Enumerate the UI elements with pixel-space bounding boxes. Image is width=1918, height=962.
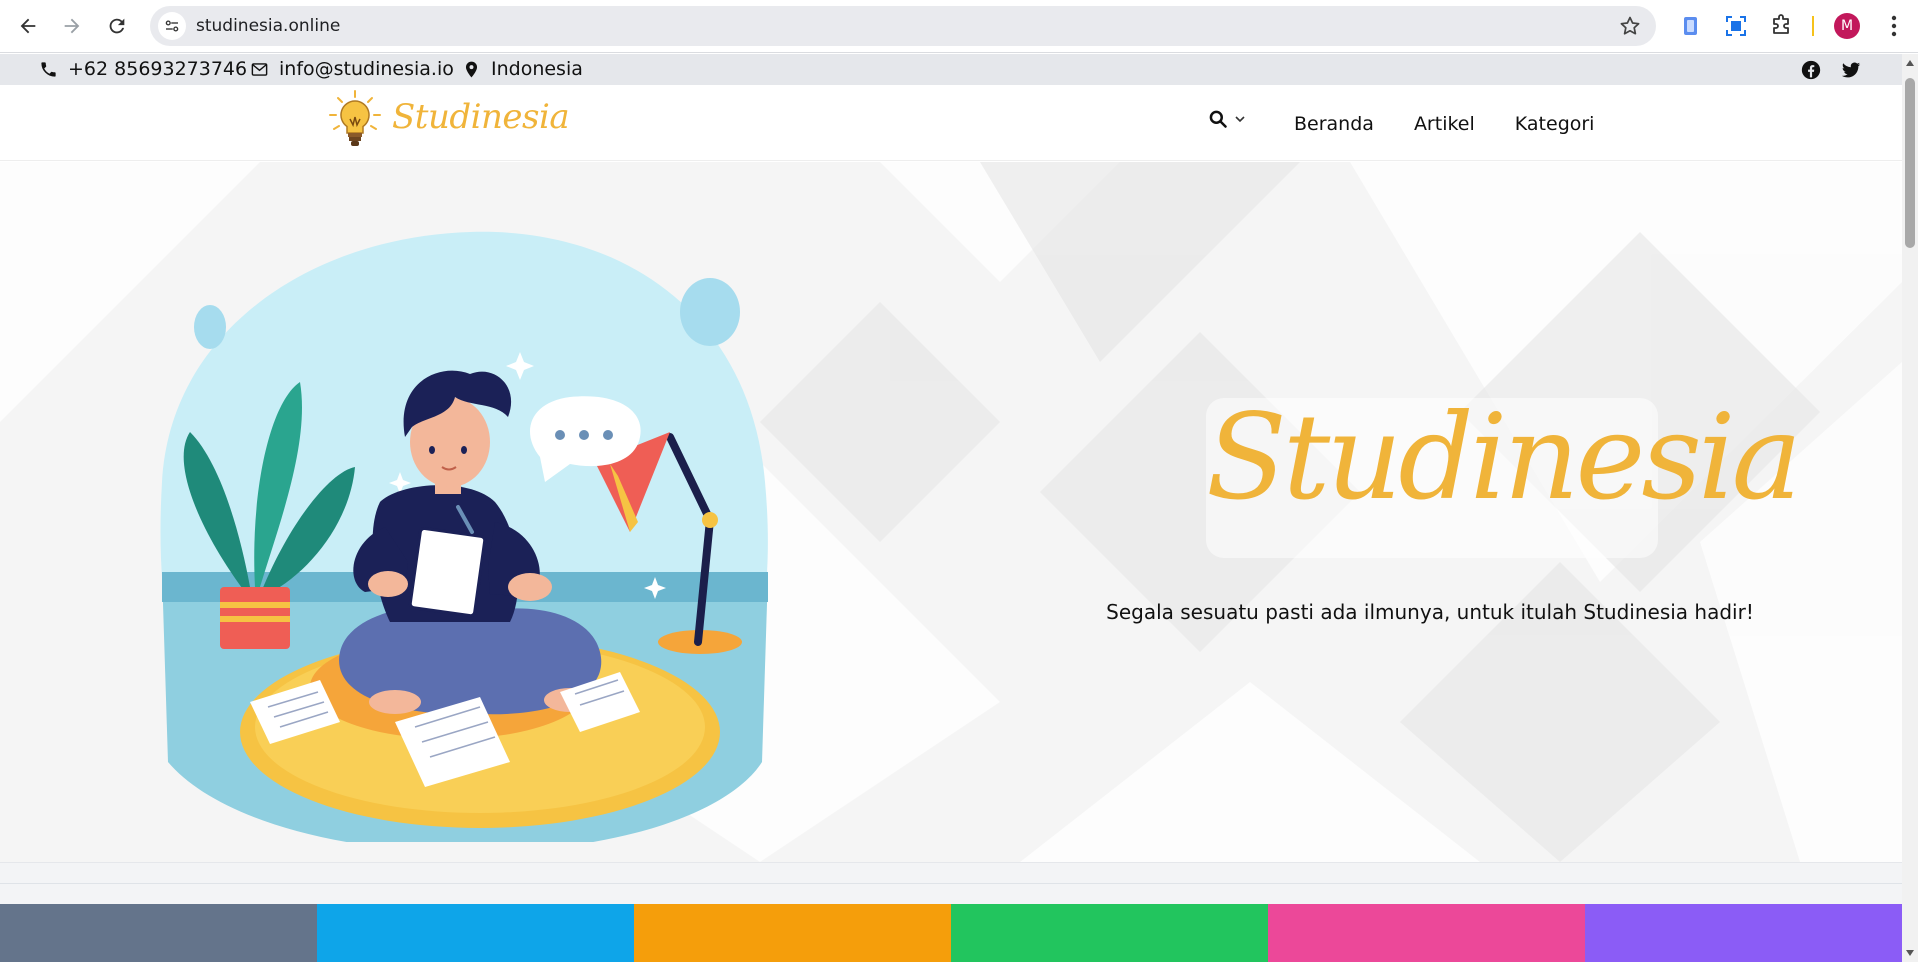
category-block-violet[interactable] — [1585, 904, 1902, 962]
phone-icon — [41, 61, 56, 77]
category-block-slate[interactable] — [0, 904, 317, 962]
hero-tagline: Segala sesuatu pasti ada ilmunya, untuk … — [1106, 600, 1754, 624]
location-contact: Indonesia — [462, 58, 583, 80]
scroll-up-arrow-icon[interactable] — [1906, 60, 1914, 66]
more-vert-icon — [1891, 15, 1897, 37]
phone-contact[interactable]: +62 85693273746 — [39, 58, 247, 80]
search-toggle[interactable] — [1208, 109, 1246, 129]
nav-link-kategori[interactable]: Kategori — [1515, 113, 1595, 135]
email-address: info@studinesia.io — [279, 58, 454, 80]
site-logo-text[interactable]: Studinesia — [392, 97, 570, 137]
screenshot-button[interactable] — [1721, 11, 1751, 41]
extension-button[interactable] — [1676, 11, 1706, 41]
browser-menu-button[interactable] — [1880, 12, 1908, 40]
student-writing-illustration — [160, 231, 768, 842]
bookmark-star-icon[interactable] — [1618, 14, 1642, 38]
page-scrollbar[interactable] — [1902, 54, 1918, 962]
forward-icon — [64, 18, 80, 34]
toolbar-divider — [1812, 16, 1814, 36]
hero-title: Studinesia — [1206, 388, 1802, 526]
search-icon — [1209, 110, 1227, 128]
back-button[interactable] — [12, 10, 44, 42]
phone-number: +62 85693273746 — [68, 58, 248, 80]
site-info-icon — [165, 20, 179, 32]
back-icon — [20, 18, 36, 34]
browser-toolbar: studinesia.online M — [0, 0, 1918, 53]
category-color-strip — [0, 904, 1902, 962]
scroll-down-arrow-icon[interactable] — [1906, 950, 1914, 956]
hero-section: Studinesia Segala sesuatu pasti ada ilmu… — [0, 162, 1902, 862]
category-block-sky[interactable] — [317, 904, 634, 962]
reload-icon — [109, 18, 125, 34]
nav-link-beranda[interactable]: Beranda — [1294, 113, 1374, 135]
nav-link-artikel[interactable]: Artikel — [1414, 113, 1475, 135]
forward-button[interactable] — [56, 10, 88, 42]
mail-icon — [251, 62, 268, 76]
screenshot-icon — [1726, 16, 1746, 36]
site-info-button[interactable] — [158, 12, 186, 40]
map-pin-icon — [465, 61, 478, 77]
twitter-icon[interactable] — [1840, 59, 1862, 81]
category-block-pink[interactable] — [1268, 904, 1585, 962]
category-block-amber[interactable] — [634, 904, 951, 962]
reload-button[interactable] — [101, 10, 133, 42]
site-header: Studinesia Beranda Artikel Kategori — [0, 85, 1902, 161]
chevron-down-icon — [1235, 116, 1245, 123]
facebook-icon[interactable] — [1800, 59, 1822, 81]
address-bar[interactable]: studinesia.online — [150, 6, 1656, 46]
extension-icon — [1684, 17, 1697, 35]
lightbulb-logo-icon[interactable] — [326, 89, 384, 155]
puzzle-icon — [1773, 14, 1789, 34]
location-text: Indonesia — [491, 58, 583, 80]
scrollbar-thumb[interactable] — [1905, 78, 1915, 248]
profile-avatar[interactable]: M — [1834, 13, 1860, 39]
email-contact[interactable]: info@studinesia.io — [250, 58, 454, 80]
section-divider — [0, 862, 1902, 904]
extensions-menu-button[interactable] — [1766, 11, 1796, 41]
category-block-green[interactable] — [951, 904, 1268, 962]
url-text[interactable]: studinesia.online — [196, 16, 340, 36]
contact-topbar: +62 85693273746 info@studinesia.io Indon… — [0, 54, 1902, 85]
main-nav: Beranda Artikel Kategori — [1294, 113, 1594, 135]
